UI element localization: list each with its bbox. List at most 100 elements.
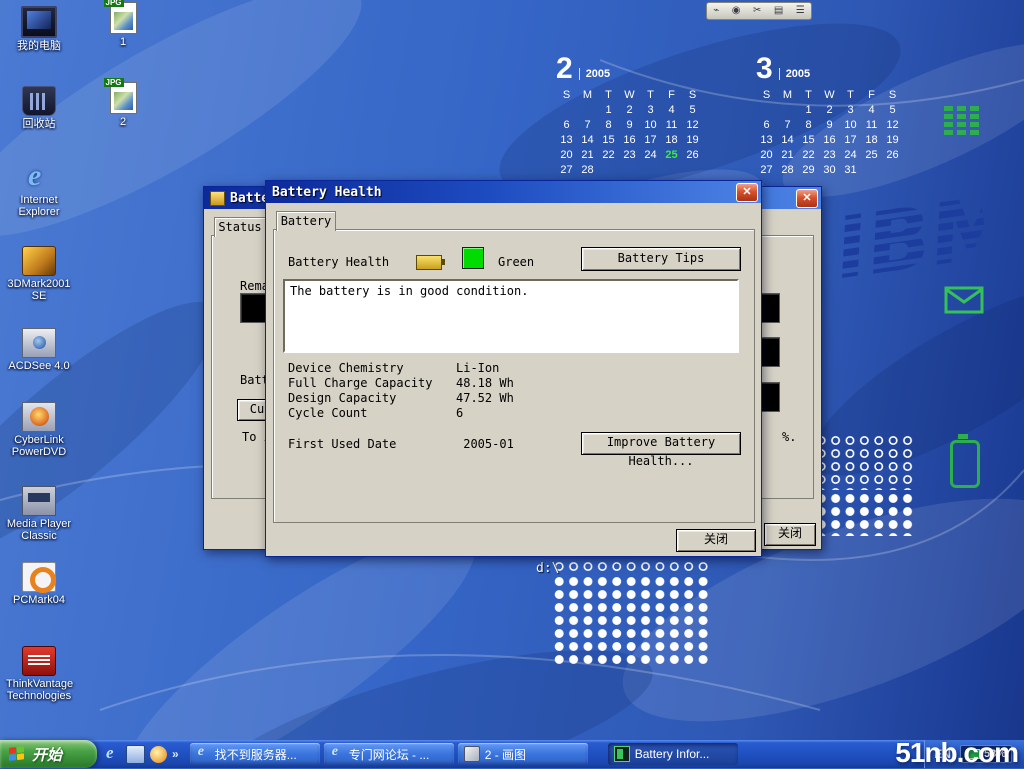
battery-health-title: Battery Health [272,185,382,200]
menu-icon[interactable]: ☰ [796,4,805,18]
desktop-icon-my-computer[interactable]: 我的电脑 [6,6,72,52]
calendar-day: 22 [798,149,819,161]
desktop-icon-pcmark04[interactable]: PCMark04 [6,562,72,606]
taskbar-task-item[interactable]: 2 - 画图 [458,743,588,765]
calendar-day [756,104,777,116]
desktop-icon-mpc[interactable]: Media Player Classic [6,486,72,542]
calendar-day: 9 [619,119,640,131]
calendar-day: 17 [840,134,861,146]
desktop-icon-internet-explorer[interactable]: Internet Explorer [6,164,72,218]
calendar-year: 2005 [779,68,810,80]
ie-icon [330,747,344,761]
close-icon[interactable] [736,183,758,202]
battery-tips-button[interactable]: Battery Tips [581,247,741,271]
quick-launch-bar: » [97,740,186,768]
calendar-day-header: T [598,89,619,101]
tab-battery[interactable]: Battery [276,211,336,231]
plug-icon[interactable]: ⌁ [713,4,719,18]
desktop-icon-jpg[interactable]: JPG2 [90,82,156,128]
calendar-day: 14 [577,134,598,146]
health-status-text: Green [498,255,534,269]
calendar-day: 4 [861,104,882,116]
dot-grid-filled-right [814,492,915,536]
calendar-day [556,104,577,116]
calendar-day: 26 [882,149,903,161]
calendar-day: 2 [619,104,640,116]
calendar-day: 7 [777,119,798,131]
battery-health-titlebar[interactable]: Battery Health [266,181,761,203]
detail-value: 48.18 Wh [456,376,514,390]
scissors-icon[interactable]: ✂ [753,4,761,18]
desktop-icon-3dmark[interactable]: 3DMark2001 SE [6,246,72,302]
calendar-day: 14 [777,134,798,146]
taskbar-task-active[interactable]: Battery Infor... [608,743,738,765]
calendar-day: 12 [682,119,703,131]
calendar-day: 13 [556,134,577,146]
calendar-day: 18 [661,134,682,146]
calendar-day: 3 [840,104,861,116]
calendar-month-header: 22005 [556,56,716,82]
desktop-icon-label: 3DMark2001 SE [6,278,72,302]
task-label: Battery Infor... [635,747,710,761]
tab-status[interactable]: Status [214,217,266,237]
calendar-day: 11 [861,119,882,131]
detail-row: Design Capacity47.52 Wh [288,391,738,405]
battery-icon [614,746,630,762]
close-icon[interactable] [796,189,818,208]
taskbar: 开始 » 找不到服务器...专门网论坛 - ...2 - 画图 Battery I… [0,740,1024,768]
first-used-label: First Used Date [288,437,456,451]
watermark: 51nb.com [895,737,1018,769]
internet-explorer-icon[interactable] [104,746,121,763]
desktop-icon-powerdvd[interactable]: CyberLink PowerDVD [6,402,72,458]
desktop-icon-thinkvantage[interactable]: ThinkVantage Technologies [6,646,72,702]
save-icon[interactable]: ▤ [774,4,783,18]
detail-value: Li-Ion [456,361,499,375]
improve-battery-health-button[interactable]: Improve Battery Health... [581,432,741,455]
calendar-day: 28 [577,164,598,176]
svg-text:IBM: IBM [830,182,992,297]
calendar-day: 29 [798,164,819,176]
calendar-grid: SMTWTFS123456789101112131415161718192021… [756,89,916,176]
taskbar-task-item[interactable]: 找不到服务器... [190,743,320,765]
show-desktop-icon[interactable] [126,745,145,764]
calendar-day: 23 [819,149,840,161]
taskbar-task-item[interactable]: 专门网论坛 - ... [324,743,454,765]
desktop-icon-acdsee[interactable]: ACDSee 4.0 [6,328,72,372]
calendar-day: 8 [798,119,819,131]
calendar-day-header: S [556,89,577,101]
calendar-day-header: F [661,89,682,101]
calendar-day [577,104,598,116]
calendar-day: 19 [682,134,703,146]
calendar-day: 11 [661,119,682,131]
chevron-more-icon[interactable]: » [172,747,179,761]
calculator-grid-icon [944,106,980,141]
calendar-day: 18 [861,134,882,146]
desktop-icon-recycle-bin[interactable]: 回收站 [6,86,72,130]
calendar-day: 9 [819,119,840,131]
calendar-day: 19 [882,134,903,146]
battery-information-title: Batte [230,191,269,206]
calendar-day: 23 [619,149,640,161]
calendar-day: 31 [840,164,861,176]
calendar-day: 28 [777,164,798,176]
mpc-icon [22,486,56,516]
close-button[interactable]: 关闭 [764,523,816,546]
calendar-day: 20 [556,149,577,161]
calendar-day: 21 [777,149,798,161]
detail-value: 6 [456,406,463,420]
calendar-day [640,164,661,176]
file-type-badge: JPG [104,78,124,87]
detail-row: Cycle Count6 [288,406,738,420]
dot-grid-outline-right [814,434,915,490]
desktop-icon-label: 2 [90,116,156,128]
calendar-day: 15 [598,134,619,146]
start-button[interactable]: 开始 [0,740,97,768]
desktop-icon-label: CyberLink PowerDVD [6,434,72,458]
desktop-icon-jpg[interactable]: JPG1 [90,2,156,48]
capture-toolbar[interactable]: ⌁ ◉ ✂ ▤ ☰ [706,2,812,20]
camera-icon[interactable]: ◉ [732,4,741,18]
ie-icon [196,747,210,761]
media-player-icon[interactable] [150,746,167,763]
detail-row: Full Charge Capacity48.18 Wh [288,376,738,390]
close-button[interactable]: 关闭 [676,529,756,552]
